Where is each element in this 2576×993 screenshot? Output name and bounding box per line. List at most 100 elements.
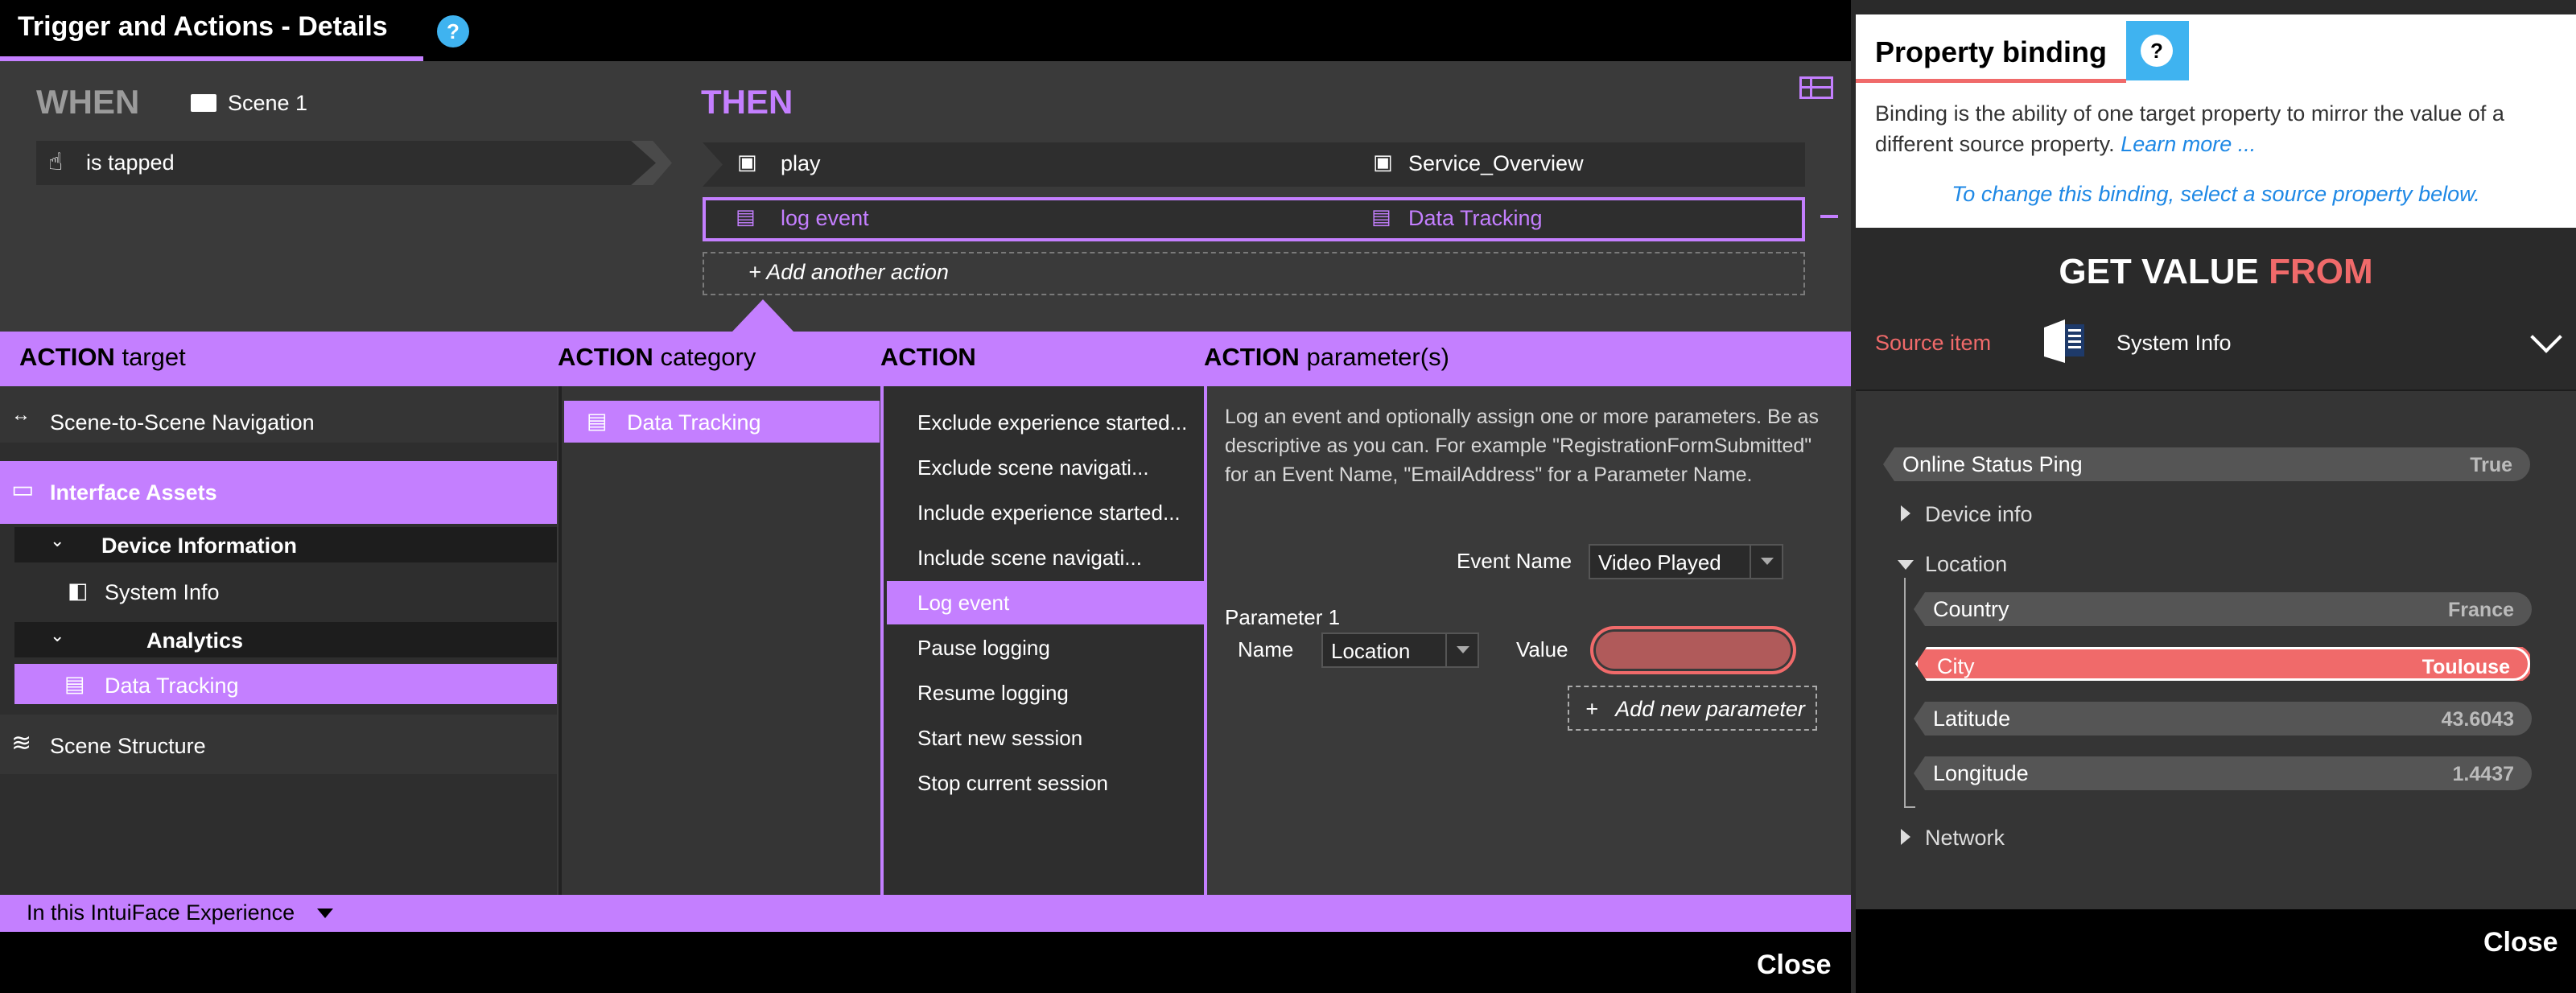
navigate-arrows-icon: ↔: [11, 404, 31, 426]
chevron-down-icon: ⌄: [50, 530, 65, 550]
action-row-play[interactable]: [703, 142, 1805, 187]
source-section: GET VALUE FROM Source item System Info: [1856, 228, 2576, 389]
prop-value: 43.6043: [2441, 708, 2514, 731]
collapse-icon[interactable]: [1898, 560, 1914, 570]
target-item-data-tracking[interactable]: ▤ Data Tracking: [14, 664, 557, 704]
prop-longitude[interactable]: Longitude 1.4437: [1914, 756, 2532, 790]
target-item-interface-assets[interactable]: ▭ Interface Assets: [0, 461, 557, 524]
help-icon[interactable]: ?: [437, 15, 469, 47]
action-header: ACTION: [880, 343, 976, 371]
panel-bottom-bar: Close: [1856, 909, 2576, 993]
category-item-data-tracking[interactable]: ▤ Data Tracking: [564, 401, 880, 443]
group-analytics[interactable]: ⌄ Analytics: [14, 622, 557, 657]
trigger-actions-window: Trigger and Actions - Details ? WHEN Sce…: [0, 0, 1851, 993]
then-label: THEN: [701, 83, 793, 121]
action-item[interactable]: Start new session: [917, 726, 1082, 751]
prop-latitude[interactable]: Latitude 43.6043: [1914, 702, 2532, 735]
expand-icon[interactable]: [1901, 829, 1910, 845]
action-item[interactable]: Include scene navigati...: [917, 546, 1142, 571]
action-parameters: Log an event and optionally assign one o…: [1204, 386, 1851, 895]
binding-hint: To change this binding, select a source …: [1952, 182, 2480, 206]
target-label: Interface Assets: [50, 480, 217, 505]
tree-connector: [1904, 578, 1906, 806]
table-view-icon[interactable]: [1799, 76, 1833, 99]
layers-icon: ≋: [11, 730, 32, 756]
trigger-text: is tapped: [86, 150, 175, 175]
chart-icon: ▤: [64, 672, 85, 696]
caret-down-icon: [317, 909, 333, 918]
tree-node-network[interactable]: Network: [1925, 826, 2005, 851]
window-title: Trigger and Actions - Details: [18, 11, 388, 42]
action-item[interactable]: Include experience started...: [917, 501, 1181, 525]
param-name-value: Location: [1331, 639, 1411, 663]
target-item-system-info[interactable]: ◧ System Info: [14, 562, 557, 620]
action-item[interactable]: Exclude scene navigati...: [917, 455, 1149, 480]
prop-value: France: [2448, 599, 2514, 621]
param-value-label: Value: [1516, 637, 1568, 661]
system-info-icon: ◧: [68, 579, 89, 603]
target-item-navigation[interactable]: ↔ Scene-to-Scene Navigation: [0, 386, 557, 443]
action-verb: log event: [781, 206, 869, 230]
help-icon: ?: [2141, 35, 2173, 67]
chart-icon: ▤: [587, 409, 608, 433]
param-name-select[interactable]: Location: [1321, 632, 1479, 668]
remove-action-button[interactable]: [1820, 215, 1838, 218]
target-item-scene-structure[interactable]: ≋ Scene Structure: [0, 715, 557, 774]
media-icon: ▣: [1373, 150, 1393, 174]
system-info-icon: [2044, 319, 2084, 363]
prop-label: Country: [1933, 597, 2009, 621]
action-item[interactable]: Exclude experience started...: [917, 410, 1187, 435]
add-parameter-button[interactable]: + Add new parameter: [1568, 686, 1817, 731]
action-target: Data Tracking: [1408, 206, 1543, 230]
action-item[interactable]: Pause logging: [917, 636, 1050, 661]
prop-city-selected[interactable]: City Toulouse: [1915, 647, 2530, 681]
prop-online-status[interactable]: Online Status Ping True: [1883, 447, 2530, 481]
pointer-arrow: [732, 299, 793, 332]
prop-country[interactable]: Country France: [1914, 592, 2532, 626]
target-list: ↔ Scene-to-Scene Navigation ▭ Interface …: [0, 386, 557, 895]
target-label: Scene-to-Scene Navigation: [50, 410, 315, 435]
tree-connector: [1904, 806, 1915, 808]
prop-value: 1.4437: [2452, 763, 2514, 785]
learn-more-link[interactable]: Learn more ...: [2121, 132, 2256, 156]
parameter-label: Parameter 1: [1225, 605, 1341, 629]
assets-icon: ▭: [11, 476, 35, 503]
event-name-select[interactable]: Video Played: [1589, 544, 1783, 579]
add-action-button[interactable]: + Add another action: [748, 260, 949, 285]
group-label: Analytics: [146, 628, 244, 653]
category-header: ACTION category: [558, 343, 756, 371]
property-tree: Online Status Ping True Device info Loca…: [1856, 389, 2576, 909]
prop-value: True: [2470, 454, 2512, 476]
action-item-log-event[interactable]: Log event: [917, 591, 1009, 616]
expand-icon[interactable]: [1901, 505, 1910, 521]
hand-tap-icon: ☝: [48, 149, 64, 175]
chart-icon: ▤: [1371, 204, 1391, 229]
source-item-name: System Info: [2116, 331, 2232, 355]
prop-label: Online Status Ping: [1902, 452, 2083, 476]
action-item[interactable]: Stop current session: [917, 771, 1108, 796]
prop-value: Toulouse: [2421, 656, 2510, 678]
category-label: Data Tracking: [627, 410, 761, 435]
close-button[interactable]: Close: [2483, 927, 2558, 958]
tree-node-device-info[interactable]: Device info: [1925, 502, 2033, 527]
property-binding-panel: Property binding ? Binding is the abilit…: [1856, 0, 2576, 993]
experience-scope-bar[interactable]: In this IntuiFace Experience: [0, 895, 1851, 932]
bottom-bar: Close: [0, 932, 1851, 993]
prop-label: City: [1937, 654, 1975, 678]
scope-label: In this IntuiFace Experience: [27, 900, 295, 925]
chevron-down-icon: [1750, 546, 1782, 578]
group-device-information[interactable]: ⌄ Device Information: [14, 527, 557, 562]
action-verb: play: [781, 151, 821, 175]
param-value-binding[interactable]: [1590, 626, 1796, 674]
help-button[interactable]: ?: [2126, 21, 2189, 80]
tree-node-location[interactable]: Location: [1925, 552, 2007, 577]
target-label: Data Tracking: [105, 674, 239, 698]
event-name-label: Event Name: [1457, 549, 1572, 573]
prop-label: Latitude: [1933, 707, 2011, 731]
chevron-down-icon[interactable]: [2530, 321, 2562, 353]
close-button[interactable]: Close: [1757, 950, 1832, 981]
action-item[interactable]: Resume logging: [917, 681, 1069, 706]
binding-header: Property binding ? Binding is the abilit…: [1856, 14, 2576, 228]
group-label: Device Information: [101, 534, 298, 558]
panel-title: Property binding: [1875, 35, 2107, 68]
